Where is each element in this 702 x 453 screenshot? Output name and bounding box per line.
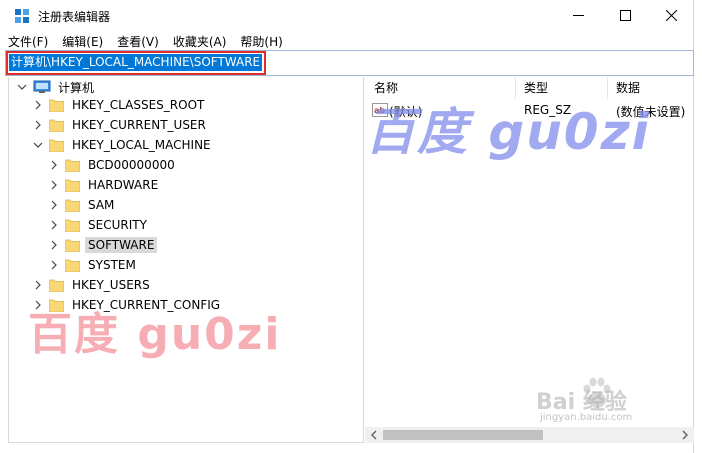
folder-icon bbox=[65, 199, 80, 212]
close-icon bbox=[665, 10, 677, 21]
chevron-right-icon[interactable] bbox=[33, 120, 43, 130]
tree-label: 计算机 bbox=[58, 80, 95, 95]
column-separator[interactable] bbox=[607, 77, 608, 99]
scrollbar-thumb[interactable] bbox=[383, 430, 543, 440]
tree-label: SYSTEM bbox=[88, 258, 136, 272]
folder-icon bbox=[65, 159, 80, 172]
column-separator[interactable] bbox=[515, 77, 516, 99]
string-value-icon: ab bbox=[372, 103, 388, 117]
tree-label: HKEY_CURRENT_CONFIG bbox=[72, 298, 221, 312]
tree-item-hkey-current-config[interactable]: HKEY_CURRENT_CONFIG bbox=[33, 295, 223, 315]
tree-item-system[interactable]: SYSTEM bbox=[49, 255, 139, 275]
folder-icon bbox=[65, 179, 80, 192]
tree-label: SAM bbox=[88, 198, 115, 212]
minimize-icon bbox=[572, 15, 584, 16]
tree-label: HKEY_LOCAL_MACHINE bbox=[72, 138, 211, 152]
registry-editor-icon bbox=[15, 9, 29, 23]
scroll-left-icon[interactable] bbox=[369, 430, 379, 440]
tree-item-hardware[interactable]: HARDWARE bbox=[49, 175, 161, 195]
chevron-right-icon[interactable] bbox=[49, 260, 59, 270]
tree-item-hkey-classes-root[interactable]: HKEY_CLASSES_ROOT bbox=[33, 95, 207, 115]
svg-text:ab: ab bbox=[374, 106, 385, 115]
horizontal-scrollbar[interactable] bbox=[365, 427, 694, 443]
menu-help[interactable]: 帮助(H) bbox=[240, 33, 282, 49]
tree-root-computer[interactable]: 计算机 bbox=[17, 77, 97, 97]
column-header-type[interactable]: 类型 bbox=[524, 77, 548, 99]
chevron-right-icon[interactable] bbox=[33, 100, 43, 110]
folder-icon bbox=[49, 99, 64, 112]
tree-pane[interactable]: 计算机 HKEY_CLASSES_ROOT HKEY_CURRENT_USER … bbox=[8, 77, 364, 443]
menu-view[interactable]: 查看(V) bbox=[117, 33, 159, 49]
tree-item-hkey-local-machine[interactable]: HKEY_LOCAL_MACHINE bbox=[33, 135, 214, 155]
scroll-right-icon[interactable] bbox=[680, 430, 690, 440]
tree-label: SECURITY bbox=[88, 218, 147, 232]
value-name[interactable]: (默认) bbox=[389, 103, 422, 120]
folder-icon bbox=[49, 279, 64, 292]
folder-icon bbox=[65, 239, 80, 252]
tree-item-hkey-users[interactable]: HKEY_USERS bbox=[33, 275, 153, 295]
menu-edit[interactable]: 编辑(E) bbox=[62, 33, 103, 49]
column-header-data[interactable]: 数据 bbox=[616, 77, 640, 99]
minimize-button[interactable] bbox=[555, 0, 601, 31]
tree-label: BCD00000000 bbox=[88, 158, 175, 172]
tree-label: HKEY_USERS bbox=[72, 278, 150, 292]
registry-editor-window: 注册表编辑器 文件(F) 编辑(E) 查看(V) 收藏夹(A) 帮助(H) 计算… bbox=[0, 0, 694, 453]
tree-label-selected: SOFTWARE bbox=[85, 237, 158, 253]
column-header-name[interactable]: 名称 bbox=[374, 77, 398, 99]
folder-icon bbox=[49, 119, 64, 132]
tree-item-bcd00000000[interactable]: BCD00000000 bbox=[49, 155, 178, 175]
value-data: (数值未设置) bbox=[616, 105, 686, 119]
chevron-down-icon[interactable] bbox=[17, 82, 27, 92]
menu-favorites[interactable]: 收藏夹(A) bbox=[173, 33, 227, 49]
chevron-right-icon[interactable] bbox=[49, 160, 59, 170]
title-bar: 注册表编辑器 bbox=[0, 0, 694, 31]
folder-icon bbox=[65, 259, 80, 272]
tree-item-sam[interactable]: SAM bbox=[49, 195, 117, 215]
tree-label: HKEY_CLASSES_ROOT bbox=[72, 98, 205, 112]
folder-open-icon bbox=[49, 139, 64, 152]
folder-icon bbox=[49, 299, 64, 312]
tree-label: HKEY_CURRENT_USER bbox=[72, 118, 206, 132]
tree-label: HARDWARE bbox=[88, 178, 159, 192]
address-bar[interactable]: 计算机\HKEY_LOCAL_MACHINE\SOFTWARE bbox=[5, 50, 694, 76]
chevron-right-icon[interactable] bbox=[49, 180, 59, 190]
chevron-right-icon[interactable] bbox=[33, 280, 43, 290]
maximize-icon bbox=[619, 10, 631, 21]
chevron-down-icon[interactable] bbox=[33, 140, 43, 150]
tree-item-security[interactable]: SECURITY bbox=[49, 215, 150, 235]
tree-item-software[interactable]: SOFTWARE bbox=[49, 235, 158, 255]
chevron-right-icon[interactable] bbox=[49, 220, 59, 230]
value-type: REG_SZ bbox=[524, 103, 572, 117]
maximize-button[interactable] bbox=[602, 0, 648, 31]
chevron-right-icon[interactable] bbox=[49, 240, 59, 250]
close-button[interactable] bbox=[648, 0, 694, 31]
chevron-right-icon[interactable] bbox=[33, 300, 43, 310]
chevron-right-icon[interactable] bbox=[49, 200, 59, 210]
window-title: 注册表编辑器 bbox=[38, 10, 111, 24]
address-path[interactable]: 计算机\HKEY_LOCAL_MACHINE\SOFTWARE bbox=[9, 54, 263, 71]
menu-file[interactable]: 文件(F) bbox=[8, 33, 48, 49]
folder-icon bbox=[65, 219, 80, 232]
watermark-brand-url: jingyan.baidu.com bbox=[540, 412, 633, 423]
computer-icon bbox=[33, 80, 51, 93]
values-pane[interactable]: 名称 类型 数据 ab (默认) REG_SZ (数值未设置) bbox=[365, 77, 694, 443]
tree-item-hkey-current-user[interactable]: HKEY_CURRENT_USER bbox=[33, 115, 209, 135]
menu-bar: 文件(F) 编辑(E) 查看(V) 收藏夹(A) 帮助(H) bbox=[8, 33, 283, 49]
